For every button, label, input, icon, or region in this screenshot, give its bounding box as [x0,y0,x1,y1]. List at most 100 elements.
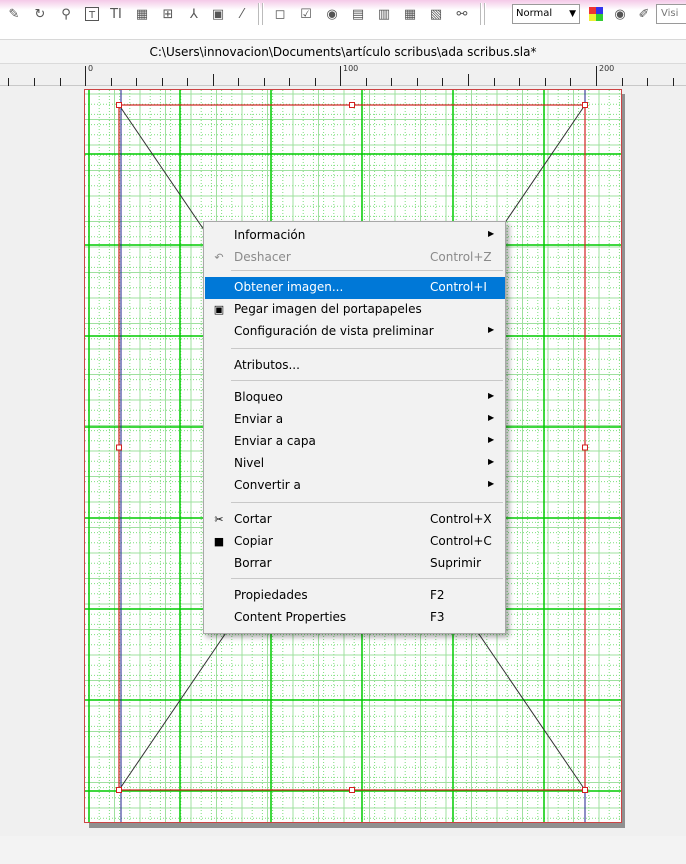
menu-item-convertir-a[interactable]: Convertir a ▶ [205,475,505,497]
resize-handle[interactable] [116,444,122,451]
grid-icon[interactable]: ⊞ [158,4,178,24]
pdf-link-icon[interactable]: ⚯ [452,4,472,24]
menu-item-shortcut: F2 [430,588,445,602]
chevron-down-icon: ▼ [569,9,576,19]
resize-handle[interactable] [349,787,355,793]
menu-item-label: Propiedades [234,588,308,602]
text-frame-icon[interactable]: T [82,4,102,24]
edit-contents-icon[interactable]: ✎ [4,4,24,24]
menu-item-pegar-imagen-del-portapapeles[interactable]: ▣ Pegar imagen del portapapeles [205,299,505,321]
paste-icon: ▣ [213,303,225,316]
submenu-arrow-icon: ▶ [488,413,495,422]
mode-select[interactable]: Normal ▼ [512,4,580,24]
menu-item-copiar[interactable]: ■ Copiar Control+C [205,531,505,553]
text-edit-icon[interactable]: TI [106,4,126,24]
menu-separator [231,348,503,349]
measure-icon[interactable]: ⅄ [184,4,204,24]
menu-item-content-properties[interactable]: Content Properties F3 [205,607,505,629]
color-picker-icon[interactable]: ▣ [208,4,228,24]
menu-item-deshacer: ↶ Deshacer Control+Z [205,247,505,269]
menu-item-shortcut: Control+C [430,534,492,548]
menu-item-label: Pegar imagen del portapapeles [234,302,422,316]
menu-item-bloqueo[interactable]: Bloqueo ▶ [205,387,505,409]
menu-item-label: Borrar [234,556,272,570]
menu-item-configuracion-de-vista-preliminar[interactable]: Configuración de vista preliminar ▶ [205,321,505,343]
zoom-icon[interactable]: ⚲ [56,4,76,24]
mode-select-value: Normal [516,8,553,19]
submenu-arrow-icon: ▶ [488,435,495,444]
context-menu: Información ▶ ↶ Deshacer Control+Z Obtener im… [203,221,506,634]
status-area [0,836,686,864]
menu-item-label: Deshacer [234,250,291,264]
menu-item-label: Content Properties [234,610,347,624]
resize-handle[interactable] [349,102,355,108]
submenu-arrow-icon: ▶ [488,479,495,488]
resize-handle[interactable] [582,102,588,108]
preview-eye-icon[interactable]: ◉ [610,4,630,24]
color-management-icon[interactable] [586,4,606,24]
toolbar-separator [258,3,260,25]
document-title: C:\Users\innovacion\Documents\artículo s… [149,45,537,59]
menu-separator [231,380,503,381]
menu-item-propiedades[interactable]: Propiedades F2 [205,585,505,607]
edit-pencil-icon[interactable]: ✐ [634,4,654,24]
menu-item-shortcut: F3 [430,610,445,624]
menu-item-shortcut: Control+Z [430,250,492,264]
menu-item-shortcut: Suprimir [430,556,482,570]
menu-item-label: Información [234,228,306,242]
eyedropper-icon[interactable]: ⁄ [232,4,252,24]
menu-item-enviar-a[interactable]: Enviar a ▶ [205,409,505,431]
menu-item-shortcut: Control+X [430,512,492,526]
ruler-label: 200 [599,64,615,73]
menu-item-informacion[interactable]: Información ▶ [205,225,505,247]
pdf-checkbox-icon[interactable]: ☑ [296,4,316,24]
submenu-arrow-icon: ▶ [488,457,495,466]
menu-item-label: Cortar [234,512,272,526]
link-icon[interactable]: ↻ [30,4,50,24]
toolbar-separator [480,3,482,25]
document-title-bar: C:\Users\innovacion\Documents\artículo s… [0,40,686,64]
menu-item-label: Enviar a [234,412,284,426]
pdf-radio-icon[interactable]: ◉ [322,4,342,24]
menu-item-label: Obtener imagen... [234,280,344,294]
menu-separator [231,502,503,503]
table-icon[interactable]: ▦ [132,4,152,24]
menu-item-label: Nivel [234,456,265,470]
menu-separator [231,578,503,579]
menu-item-cortar[interactable]: ✂ Cortar Control+X [205,509,505,531]
pdf-textfield-icon[interactable]: ▤ [348,4,368,24]
svg-text:T: T [88,10,96,21]
horizontal-ruler[interactable]: 0 100 200 [0,64,686,86]
cut-icon: ✂ [214,513,224,526]
ruler-label: 0 [88,64,94,73]
menu-item-label: Enviar a capa [234,434,316,448]
visual-mode-value: Visi [661,8,679,19]
menu-item-atributos[interactable]: Atributos... [205,355,505,377]
menu-item-obtener-imagen[interactable]: Obtener imagen... Control+I [205,277,505,299]
menu-item-nivel[interactable]: Nivel ▶ [205,453,505,475]
pdf-annotation-icon[interactable]: ▧ [426,4,446,24]
pdf-list-icon[interactable]: ▦ [400,4,420,24]
toolbar: ✎ ↻ ⚲ T TI ▦ ⊞ ⅄ ▣ ⁄ ◻ ☑ ◉ ▤ ▥ ▦ ▧ ⚯ Nor… [0,0,686,40]
visual-mode-field[interactable]: Visi [656,4,686,24]
pdf-combo-icon[interactable]: ▥ [374,4,394,24]
menu-item-borrar[interactable]: Borrar Suprimir [205,553,505,575]
menu-item-label: Convertir a [234,478,301,492]
ruler-label: 100 [343,64,359,73]
menu-item-label: Copiar [234,534,273,548]
resize-handle[interactable] [582,444,588,451]
submenu-arrow-icon: ▶ [488,391,495,400]
resize-handle[interactable] [116,102,122,108]
menu-item-shortcut: Control+I [430,280,487,294]
submenu-arrow-icon: ▶ [488,325,495,334]
undo-icon: ↶ [214,251,224,264]
resize-handle[interactable] [582,787,588,793]
menu-item-label: Atributos... [234,358,300,372]
resize-handle[interactable] [116,787,122,793]
menu-item-enviar-a-capa[interactable]: Enviar a capa ▶ [205,431,505,453]
toolbar-separator [262,3,264,25]
toolbar-separator [484,3,486,25]
menu-item-label: Configuración de vista preliminar [234,324,434,338]
menu-separator [231,270,503,271]
pdf-push-button-icon[interactable]: ◻ [270,4,290,24]
